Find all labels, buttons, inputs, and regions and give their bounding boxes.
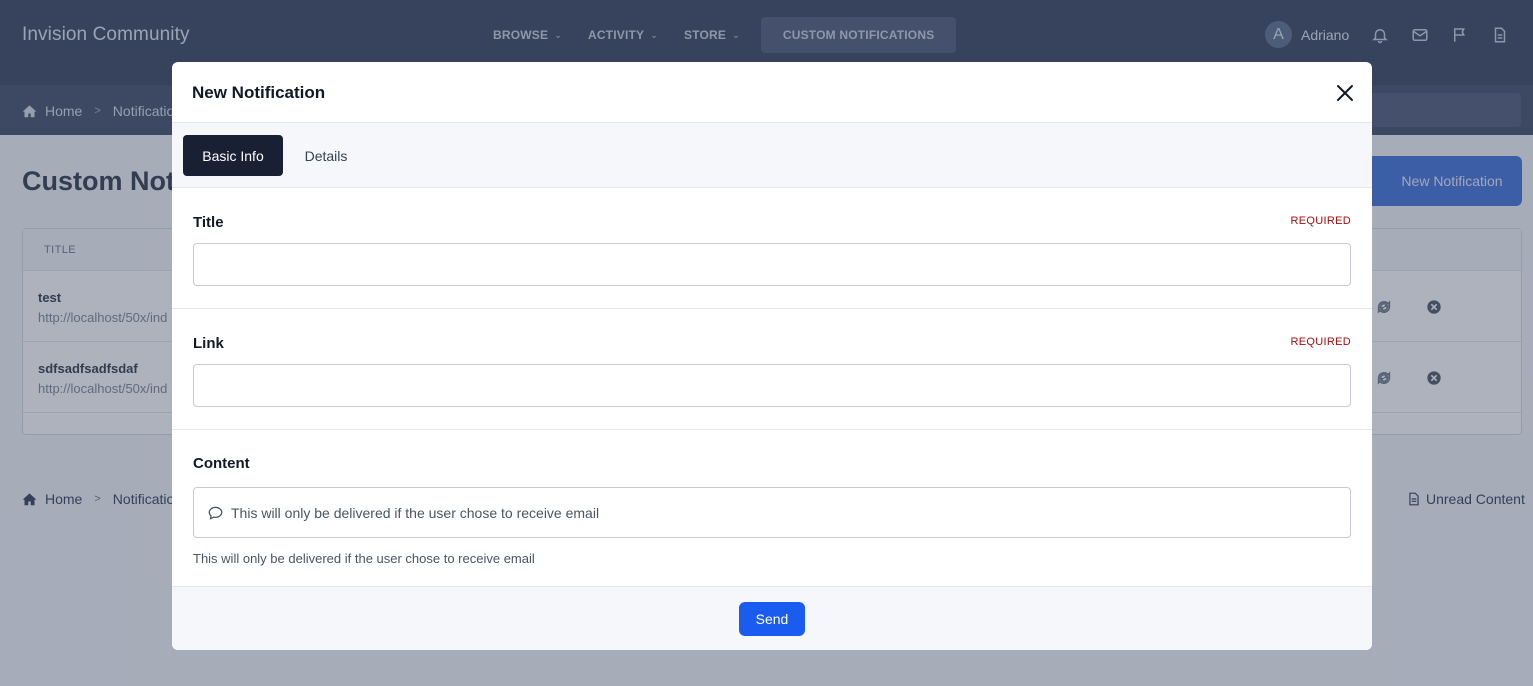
tab-basic-info[interactable]: Basic Info xyxy=(183,135,283,176)
title-label: Title xyxy=(193,214,224,231)
new-notification-modal: New Notification Basic Info Details Titl… xyxy=(172,62,1372,650)
link-label: Link xyxy=(193,335,224,352)
tab-details[interactable]: Details xyxy=(294,135,358,176)
send-button[interactable]: Send xyxy=(739,602,805,636)
content-label: Content xyxy=(193,455,250,472)
comment-icon xyxy=(208,506,223,520)
modal-tabs: Basic Info Details xyxy=(172,123,1372,188)
content-field-group: Content This will only be delivered if t… xyxy=(172,430,1372,587)
modal-footer: Send xyxy=(172,587,1372,650)
modal-header: New Notification xyxy=(172,62,1372,123)
modal-title: New Notification xyxy=(192,83,326,102)
content-editor[interactable]: This will only be delivered if the user … xyxy=(193,487,1351,538)
title-required-badge: REQUIRED xyxy=(1290,215,1351,227)
close-icon[interactable] xyxy=(1335,83,1355,103)
link-required-badge: REQUIRED xyxy=(1290,336,1351,348)
link-input[interactable] xyxy=(193,364,1351,407)
content-placeholder: This will only be delivered if the user … xyxy=(231,504,600,521)
content-hint: This will only be delivered if the user … xyxy=(193,551,535,566)
link-field-group: Link REQUIRED xyxy=(172,309,1372,430)
title-input[interactable] xyxy=(193,243,1351,286)
title-field-group: Title REQUIRED xyxy=(172,188,1372,309)
